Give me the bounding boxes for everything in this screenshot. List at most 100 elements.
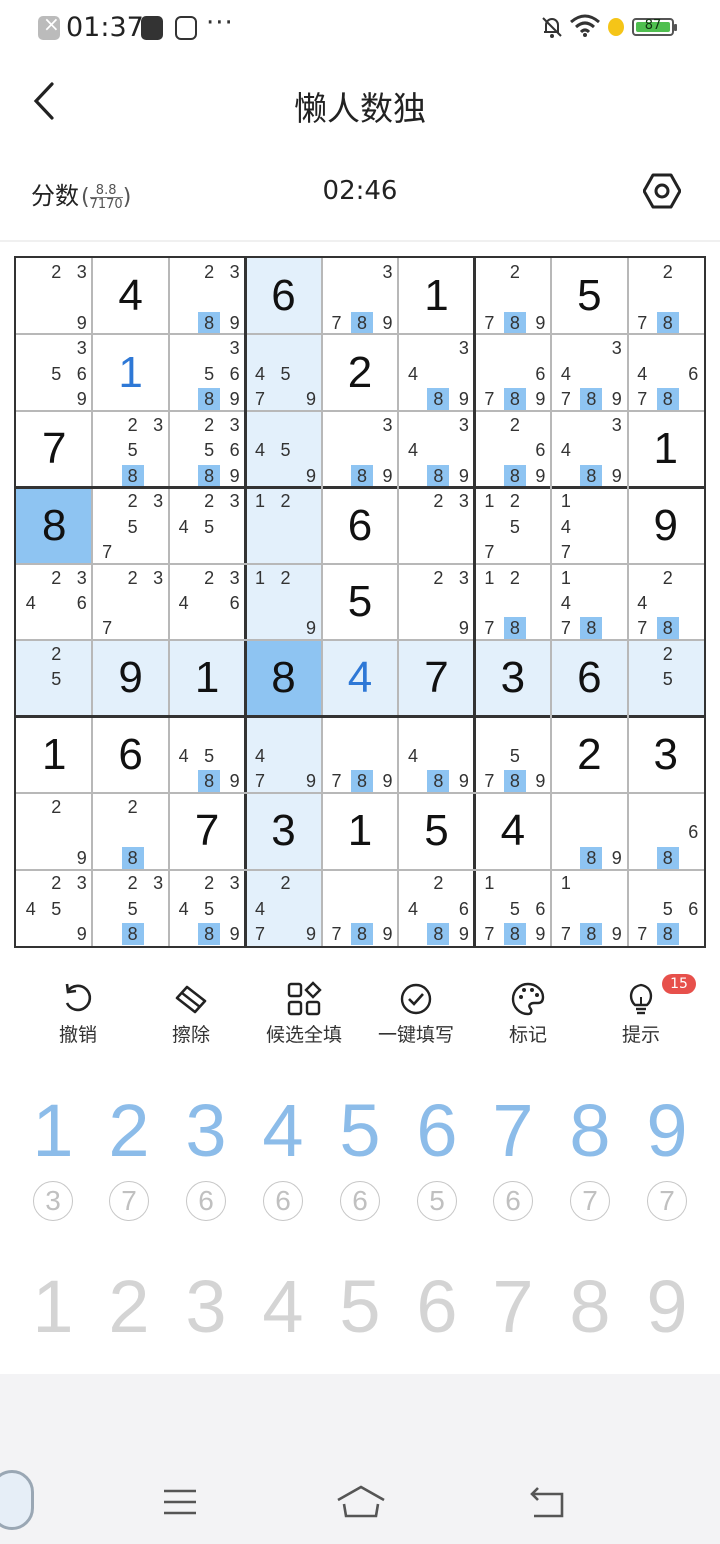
- pencil-key-6[interactable]: 6: [398, 1264, 476, 1349]
- sudoku-cell[interactable]: 23 45 89: [169, 870, 245, 946]
- sudoku-cell[interactable]: 8: [245, 640, 322, 717]
- pencil-key-1[interactable]: 1: [14, 1264, 92, 1349]
- sudoku-cell[interactable]: 12 78: [475, 564, 551, 640]
- sudoku-cell[interactable]: 3 489: [398, 411, 474, 487]
- undo-button[interactable]: 撤销: [23, 980, 133, 1047]
- sudoku-cell[interactable]: 24 689: [398, 870, 474, 946]
- number-key-3[interactable]: 3: [167, 1088, 245, 1173]
- mark-button[interactable]: 标记: [473, 980, 583, 1047]
- sudoku-cell[interactable]: 1: [322, 793, 398, 869]
- sudoku-cell[interactable]: 3 489: [398, 334, 474, 411]
- sudoku-cell[interactable]: 5: [398, 793, 474, 869]
- sudoku-cell[interactable]: 1: [628, 411, 704, 487]
- sudoku-cell[interactable]: 3 789: [322, 258, 398, 334]
- sudoku-cell[interactable]: 24 7 9: [245, 869, 322, 946]
- floating-assistant-button[interactable]: [0, 1470, 34, 1530]
- sudoku-cell[interactable]: 4 7 9: [245, 716, 322, 794]
- sudoku-cell[interactable]: 235689: [169, 411, 245, 487]
- sudoku-cell[interactable]: 35689: [169, 334, 245, 411]
- sudoku-cell[interactable]: 4: [321, 640, 399, 717]
- sudoku-cell[interactable]: 25: [16, 640, 93, 717]
- sudoku-cell[interactable]: 5: [322, 564, 398, 640]
- sudoku-cell[interactable]: 8: [16, 487, 93, 564]
- sudoku-cell[interactable]: 7: [398, 640, 475, 717]
- pencil-key-3[interactable]: 3: [167, 1264, 245, 1349]
- sudoku-cell[interactable]: 7: [169, 793, 245, 869]
- sudoku-cell[interactable]: 789: [322, 717, 398, 793]
- sudoku-cell[interactable]: 23 89: [169, 258, 245, 334]
- pencil-key-2[interactable]: 2: [90, 1264, 168, 1349]
- menu-icon[interactable]: [162, 1487, 198, 1521]
- sudoku-cell[interactable]: 235 8: [92, 411, 168, 487]
- sudoku-cell[interactable]: 2: [322, 334, 398, 410]
- sudoku-cell[interactable]: 4: [475, 793, 551, 869]
- fill-candidates-button[interactable]: 候选全填: [249, 980, 359, 1047]
- number-key-5[interactable]: 5: [321, 1088, 399, 1173]
- sudoku-cell[interactable]: 3: [474, 640, 552, 717]
- sudoku-cell[interactable]: 2689: [475, 411, 551, 487]
- sudoku-cell[interactable]: 459: [245, 410, 322, 488]
- pencil-key-4[interactable]: 4: [244, 1264, 322, 1349]
- pencil-key-8[interactable]: 8: [551, 1264, 629, 1349]
- sudoku-cell[interactable]: 2357: [92, 487, 168, 563]
- sudoku-cell[interactable]: 29: [16, 793, 92, 869]
- sudoku-cell[interactable]: 4 6 78: [628, 334, 704, 411]
- sudoku-cell[interactable]: 2 78: [628, 258, 704, 334]
- sudoku-cell[interactable]: 1: [92, 334, 168, 410]
- sudoku-cell[interactable]: 23 7: [92, 564, 168, 640]
- hex-settings-icon[interactable]: [642, 172, 682, 214]
- sudoku-cell[interactable]: 6: [245, 258, 322, 335]
- sudoku-cell[interactable]: 28: [92, 793, 168, 869]
- auto-fill-button[interactable]: 一键填写: [361, 980, 471, 1047]
- pencil-key-9[interactable]: 9: [628, 1264, 706, 1349]
- sudoku-cell[interactable]: 1 4 7: [551, 487, 627, 563]
- sudoku-cell[interactable]: 2 789: [475, 258, 551, 334]
- sudoku-cell[interactable]: 12 57: [475, 487, 551, 563]
- sudoku-cell[interactable]: 6: [322, 487, 398, 563]
- sudoku-cell[interactable]: 489: [398, 717, 474, 793]
- sudoku-cell[interactable]: 9: [92, 640, 169, 717]
- sudoku-cell[interactable]: 23 459: [16, 870, 92, 946]
- sudoku-cell[interactable]: 7: [16, 411, 92, 487]
- sudoku-cell[interactable]: 5: [551, 258, 627, 334]
- sudoku-cell[interactable]: 6 789: [475, 334, 551, 411]
- sudoku-cell[interactable]: 89: [551, 793, 627, 869]
- sudoku-cell[interactable]: 23 45: [169, 487, 245, 563]
- sudoku-cell[interactable]: 24 78: [628, 564, 704, 640]
- sudoku-cell[interactable]: 6: [92, 717, 168, 793]
- sudoku-cell[interactable]: 12: [245, 487, 322, 564]
- sudoku-cell[interactable]: 156 789: [475, 870, 551, 946]
- erase-button[interactable]: 擦除: [136, 980, 246, 1047]
- sudoku-cell[interactable]: 1789: [551, 870, 627, 946]
- sudoku-cell[interactable]: 2: [551, 717, 627, 793]
- number-key-2[interactable]: 2: [90, 1088, 168, 1173]
- sudoku-cell[interactable]: 3: [628, 717, 704, 793]
- sudoku-cell[interactable]: 3 489: [551, 411, 627, 487]
- sudoku-cell[interactable]: 12 9: [245, 563, 322, 641]
- sudoku-cell[interactable]: 56 78: [628, 870, 704, 946]
- number-key-9[interactable]: 9: [628, 1088, 706, 1173]
- number-key-6[interactable]: 6: [398, 1088, 476, 1173]
- sudoku-cell[interactable]: 789: [322, 870, 398, 946]
- number-key-7[interactable]: 7: [474, 1088, 552, 1173]
- sudoku-cell[interactable]: 1: [16, 717, 92, 793]
- sudoku-cell[interactable]: 23 9: [398, 564, 474, 640]
- sudoku-cell[interactable]: 23 4 6: [16, 564, 92, 640]
- home-icon[interactable]: [336, 1484, 386, 1524]
- sudoku-cell[interactable]: 356 9: [16, 334, 92, 410]
- back-icon[interactable]: [528, 1486, 568, 1524]
- sudoku-cell[interactable]: 1: [168, 640, 246, 717]
- sudoku-cell[interactable]: 23 9: [16, 258, 92, 334]
- sudoku-cell[interactable]: 25: [627, 640, 704, 717]
- sudoku-cell[interactable]: 1 4 78: [551, 564, 627, 640]
- sudoku-cell[interactable]: 9: [628, 487, 704, 563]
- sudoku-cell[interactable]: 235 8: [92, 870, 168, 946]
- sudoku-cell[interactable]: 5789: [475, 717, 551, 793]
- sudoku-cell[interactable]: 4: [92, 258, 168, 334]
- sudoku-cell[interactable]: 6: [551, 640, 628, 717]
- sudoku-cell[interactable]: 457 9: [245, 334, 322, 411]
- sudoku-cell[interactable]: 3 4 789: [551, 334, 627, 411]
- sudoku-cell[interactable]: 3 89: [322, 411, 398, 487]
- number-key-1[interactable]: 1: [14, 1088, 92, 1173]
- sudoku-cell[interactable]: 45 89: [169, 717, 245, 793]
